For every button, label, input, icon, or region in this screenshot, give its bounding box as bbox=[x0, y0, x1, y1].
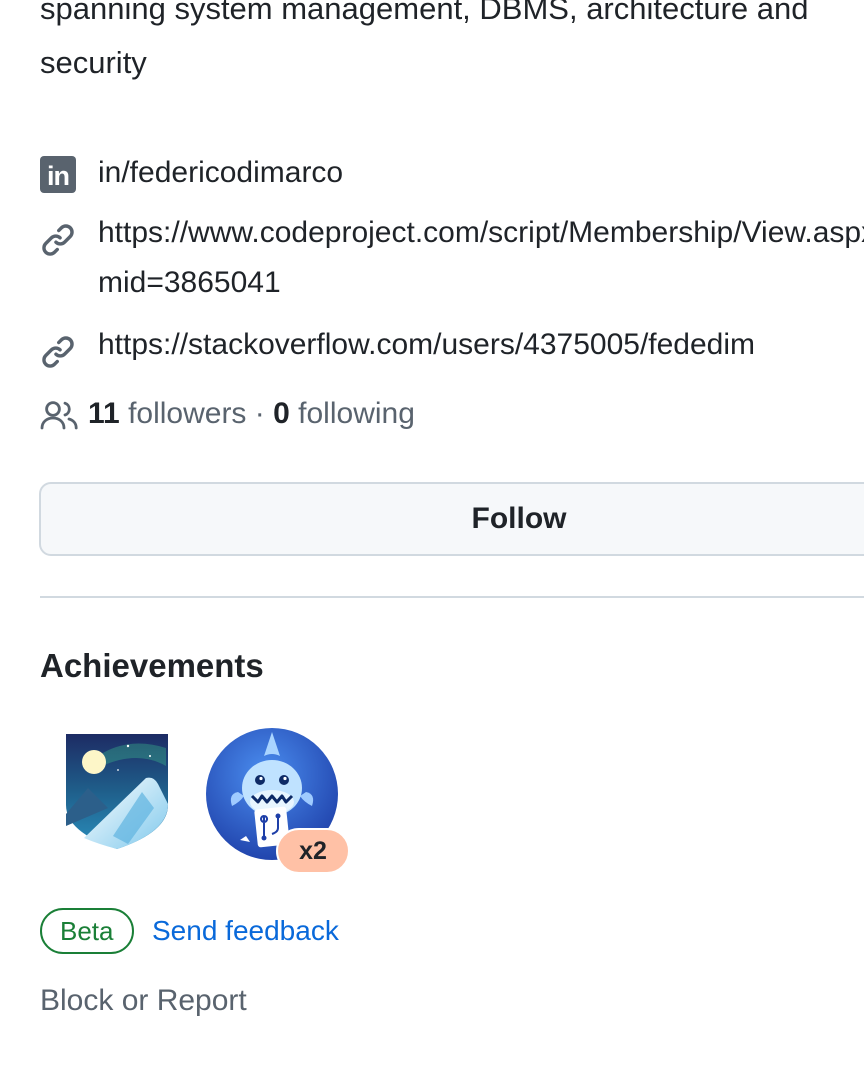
following-label[interactable]: following bbox=[298, 392, 415, 436]
link-icon bbox=[40, 334, 76, 370]
achievement-multiplier-badge: x2 bbox=[276, 828, 350, 874]
link-icon bbox=[40, 222, 76, 258]
follow-button[interactable]: Follow bbox=[39, 482, 864, 556]
codeproject-url-line-1[interactable]: https://www.codeproject.com/script/Membe… bbox=[98, 208, 864, 258]
bio-line-2: security bbox=[40, 45, 147, 80]
follow-button-label: Follow bbox=[471, 502, 567, 535]
arctic-code-vault-icon[interactable] bbox=[58, 726, 176, 858]
following-count[interactable]: 0 bbox=[273, 392, 290, 436]
send-feedback-link[interactable]: Send feedback bbox=[152, 910, 339, 952]
stackoverflow-link[interactable]: https://stackoverflow.com/users/4375005/… bbox=[40, 320, 755, 370]
followers-label[interactable]: followers bbox=[128, 392, 246, 436]
beta-badge: Beta bbox=[40, 908, 134, 954]
section-divider bbox=[40, 596, 864, 598]
followers-count[interactable]: 11 bbox=[88, 392, 120, 436]
block-or-report-link[interactable]: Block or Report bbox=[40, 980, 247, 1022]
achievements-heading: Achievements bbox=[40, 647, 264, 684]
linkedin-icon: in bbox=[40, 155, 76, 193]
codeproject-link[interactable]: https://www.codeproject.com/script/Membe… bbox=[40, 208, 864, 308]
followers-summary: 11 followers · 0 following bbox=[40, 392, 415, 436]
linkedin-text[interactable]: in/federicodimarco bbox=[98, 148, 343, 198]
separator-dot: · bbox=[254, 397, 265, 430]
people-icon bbox=[40, 399, 80, 430]
profile-sidebar: spanning system management, DBMS, archit… bbox=[0, 0, 864, 1080]
profile-bio: spanning system management, DBMS, archit… bbox=[40, 0, 809, 90]
codeproject-text[interactable]: https://www.codeproject.com/script/Membe… bbox=[98, 208, 864, 308]
stackoverflow-text[interactable]: https://stackoverflow.com/users/4375005/… bbox=[98, 320, 755, 370]
bio-line-1: spanning system management, DBMS, archit… bbox=[40, 0, 809, 26]
codeproject-url-line-2[interactable]: mid=3865041 bbox=[98, 258, 864, 308]
linkedin-link[interactable]: in in/federicodimarco bbox=[40, 148, 343, 198]
